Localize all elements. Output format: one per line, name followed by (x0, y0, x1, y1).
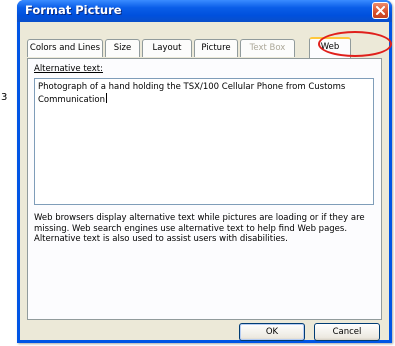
alternative-text-label-text: Alternative text: (34, 64, 103, 74)
text-caret (106, 92, 107, 103)
dialog-title: Format Picture (25, 3, 122, 17)
title-bar[interactable]: Format Picture (17, 0, 392, 22)
alternative-text-label: Alternative text: (34, 64, 103, 74)
web-tab-annotation-circle (318, 31, 392, 57)
tab-text-box: Text Box (240, 39, 295, 57)
tab-size[interactable]: Size (105, 39, 140, 57)
close-button[interactable] (372, 2, 389, 19)
cancel-button[interactable]: Cancel (314, 323, 380, 341)
alternative-text-value: Photograph of a hand holding the TSX/100… (38, 82, 346, 105)
alternative-text-input[interactable]: Photograph of a hand holding the TSX/100… (34, 78, 374, 205)
close-icon (376, 6, 385, 15)
web-tab-panel: Alternative text: Photograph of a hand h… (27, 58, 382, 320)
tab-picture[interactable]: Picture (194, 39, 238, 57)
alternative-text-help: Web browsers display alternative text wh… (34, 213, 365, 244)
ok-button[interactable]: OK (239, 323, 305, 341)
tab-colors-and-lines[interactable]: Colors and Lines (27, 39, 103, 57)
format-picture-dialog: Format Picture Colors and Lines Size Lay… (17, 0, 392, 343)
tab-layout[interactable]: Layout (142, 39, 192, 57)
dialog-body: Colors and Lines Size Layout Picture Tex… (20, 22, 389, 341)
page-number-fragment: 3 (1, 92, 8, 103)
